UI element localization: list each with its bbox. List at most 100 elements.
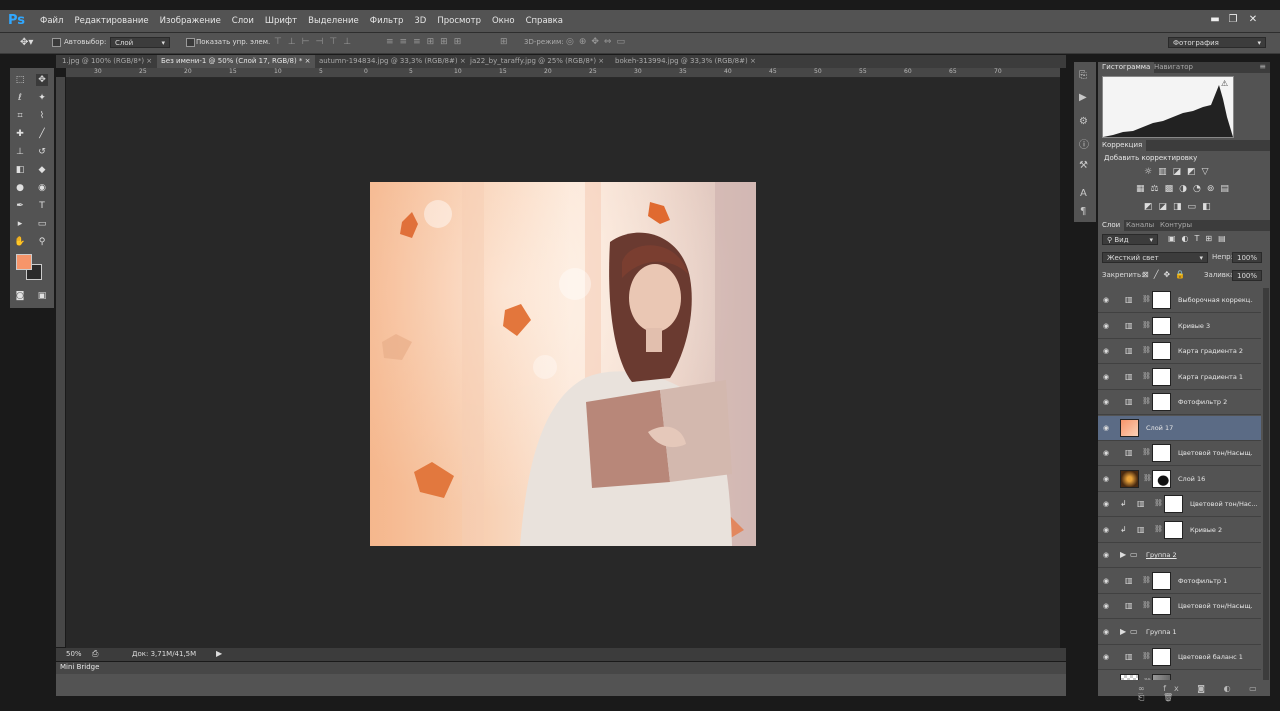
zoom-tool-icon[interactable]: ⚲ [36, 236, 48, 248]
history-brush-icon[interactable]: ↺ [36, 146, 48, 158]
hand-tool-icon[interactable]: ✋ [14, 236, 26, 248]
doc-tab[interactable]: bokeh-313994.jpg @ 33,3% (RGB/8#) × [611, 55, 760, 68]
vibrance-icon[interactable]: ▦ [1136, 184, 1145, 194]
mode3d-icons[interactable]: ◎⊕✥⇔▭ [566, 37, 630, 47]
blur-tool-icon[interactable]: ● [14, 182, 26, 194]
shape-tool-icon[interactable]: ▭ [36, 218, 48, 230]
opacity-field[interactable]: 100% [1232, 252, 1262, 263]
doc-tab-active[interactable]: Без имени-1 @ 50% (Слой 17, RGB/8) * × [157, 55, 315, 68]
status-arrow-icon[interactable]: ▶ [216, 649, 222, 658]
link-chain-icon[interactable]: ⛓ [1142, 576, 1151, 584]
status-info-icon[interactable]: ⎙ [92, 649, 98, 659]
layer-footer-icons[interactable]: ∞ fx ◙ ◐ ▭ ⎗ 🗑 [1138, 684, 1270, 703]
levels-icon[interactable]: ▥ [1158, 167, 1167, 177]
layer-row[interactable]: ◉ ▥ ⛓ Цветовой баланс 1 [1098, 645, 1261, 670]
layer-row[interactable]: ◉ Слой 17 [1098, 415, 1261, 441]
doc-tab[interactable]: ja22_by_taraffy.jpg @ 25% (RGB/8*) × [466, 55, 608, 68]
foreground-color-swatch[interactable] [16, 254, 32, 270]
menu-item[interactable]: 3D [414, 16, 426, 26]
visibility-eye-icon[interactable]: ◉ [1103, 653, 1113, 661]
layer-row[interactable]: ◉ ↲ ▥ ⛓ Цветовой тон/Нас... [1098, 492, 1261, 517]
color-lookup-icon[interactable]: ▤ [1220, 184, 1229, 194]
layer-filter-icons[interactable]: ▣◐T⊞▤ [1168, 234, 1232, 243]
close-tab-icon[interactable]: × [305, 57, 311, 65]
quick-mask-icon[interactable]: ◙ [14, 290, 26, 302]
layer-row[interactable]: ◉ ▥ ⛓ Кривые 3 [1098, 314, 1261, 339]
paint-bucket-icon[interactable]: ◆ [36, 164, 48, 176]
zoom-level[interactable]: 50% [66, 650, 82, 658]
layer-row[interactable]: ◉ ▥ ⛓ Карта градиента 2 [1098, 339, 1261, 364]
layer-row[interactable]: ◉ ▥ ⛓ Цветовой тон/Насыщ... [1098, 594, 1261, 619]
visibility-eye-icon[interactable]: ◉ [1103, 296, 1113, 304]
black-white-icon[interactable]: ◑ [1179, 184, 1187, 194]
posterize-icon[interactable]: ◪ [1159, 202, 1168, 212]
close-tab-icon[interactable]: × [750, 57, 756, 65]
link-chain-icon[interactable]: ⛓ [1142, 295, 1151, 303]
tab-layers[interactable]: Слои [1098, 220, 1125, 231]
magic-wand-icon[interactable]: ✦ [36, 92, 48, 104]
close-button[interactable]: ✕ [1244, 13, 1262, 27]
screen-mode-icon[interactable]: ▣ [36, 290, 48, 302]
doc-tab[interactable]: 1.jpg @ 100% (RGB/8*) × [58, 55, 156, 68]
layers-scrollbar[interactable] [1263, 288, 1269, 680]
hue-saturation-icon[interactable]: ⚖ [1151, 184, 1159, 194]
visibility-eye-icon[interactable]: ◉ [1103, 449, 1113, 457]
visibility-eye-icon[interactable]: ◉ [1103, 551, 1113, 559]
invert-icon[interactable]: ◩ [1144, 202, 1153, 212]
lock-icons[interactable]: ⊠╱✥🔒 [1142, 270, 1190, 279]
link-chain-icon[interactable]: ⛓ [1142, 397, 1151, 405]
pen-tool-icon[interactable]: ✒ [14, 200, 26, 212]
menu-item[interactable]: Просмотр [437, 16, 481, 26]
selective-color-icon[interactable]: ◧ [1202, 202, 1211, 212]
blend-mode-dropdown[interactable]: Жесткий свет ▾ [1102, 252, 1208, 263]
tab-histogram[interactable]: Гистограмма [1098, 62, 1155, 73]
eyedropper-icon[interactable]: ⌇ [36, 110, 48, 122]
layer-row[interactable]: ◉ ▶ ▭ Группа 1 [1098, 620, 1261, 645]
move-tool-icon[interactable]: ✥ [36, 74, 48, 86]
lasso-tool-icon[interactable]: ℓ [14, 92, 26, 104]
restore-button[interactable]: ❐ [1224, 13, 1242, 27]
channel-mixer-icon[interactable]: ⊚ [1207, 184, 1215, 194]
group-expand-icon[interactable]: ▶ [1120, 627, 1130, 637]
gradient-filter-icon[interactable]: ▽ [1202, 167, 1209, 177]
layer-row[interactable]: ◉ ⛓ Слой 16 [1098, 467, 1261, 492]
menu-item[interactable]: Изображение [160, 16, 221, 26]
actions-panel-icon[interactable]: ▶ [1079, 92, 1087, 103]
layer-row[interactable]: ◉ ▥ ⛓ Выборочная коррекц... [1098, 288, 1261, 313]
eraser-icon[interactable]: ◧ [14, 164, 26, 176]
menu-item[interactable]: Редактирование [74, 16, 148, 26]
exposure-icon[interactable]: ◩ [1187, 167, 1196, 177]
layer-row[interactable]: ◉ ▶ ▭ Группа 2 [1098, 543, 1261, 568]
visibility-eye-icon[interactable]: ◉ [1103, 424, 1113, 432]
link-chain-icon[interactable]: ⛓ [1143, 474, 1152, 482]
close-tab-icon[interactable]: × [598, 57, 604, 65]
tab-paths[interactable]: Контуры [1156, 220, 1196, 231]
link-chain-icon[interactable]: ⛓ [1142, 346, 1151, 354]
close-tab-icon[interactable]: × [146, 57, 152, 65]
crop-tool-icon[interactable]: ⌗ [14, 110, 26, 122]
distribute-icons[interactable]: ≡≡≡⊞⊞⊞ [386, 37, 467, 47]
panel-menu-icon[interactable]: ≡ [1259, 62, 1266, 71]
layer-row[interactable]: ◉ ⛓ Слой 3 [1098, 671, 1261, 681]
properties-panel-icon[interactable]: ⚙ [1079, 116, 1088, 127]
photo-filter-icon[interactable]: ◔ [1193, 184, 1201, 194]
link-chain-icon[interactable]: ⛓ [1142, 321, 1151, 329]
link-chain-icon[interactable]: ⛓ [1143, 678, 1152, 681]
visibility-eye-icon[interactable]: ◉ [1103, 526, 1113, 534]
align-icons[interactable]: ⊤⊥⊢⊣⊤⊥ [274, 37, 357, 47]
tab-corrections[interactable]: Коррекция [1098, 140, 1147, 151]
menu-item[interactable]: Выделение [308, 16, 359, 26]
brightness-icon[interactable]: ☼ [1144, 167, 1152, 177]
color-balance-icon[interactable]: ▩ [1165, 184, 1174, 194]
move-tool-icon[interactable]: ✥▾ [20, 37, 33, 48]
group-expand-icon[interactable]: ▶ [1120, 550, 1130, 560]
tool-presets-icon[interactable]: ⚒ [1079, 160, 1088, 171]
document-image[interactable] [370, 182, 756, 546]
visibility-eye-icon[interactable]: ◉ [1103, 500, 1113, 508]
layer-kind-filter[interactable]: ⚲ Вид ▾ [1102, 234, 1158, 245]
path-selection-icon[interactable]: ▸ [14, 218, 26, 230]
menu-item[interactable]: Фильтр [370, 16, 404, 26]
menu-item[interactable]: Окно [492, 16, 515, 26]
layer-row[interactable]: ◉ ▥ ⛓ Фотофильтр 1 [1098, 569, 1261, 594]
autoselect-checkbox[interactable] [52, 38, 61, 47]
